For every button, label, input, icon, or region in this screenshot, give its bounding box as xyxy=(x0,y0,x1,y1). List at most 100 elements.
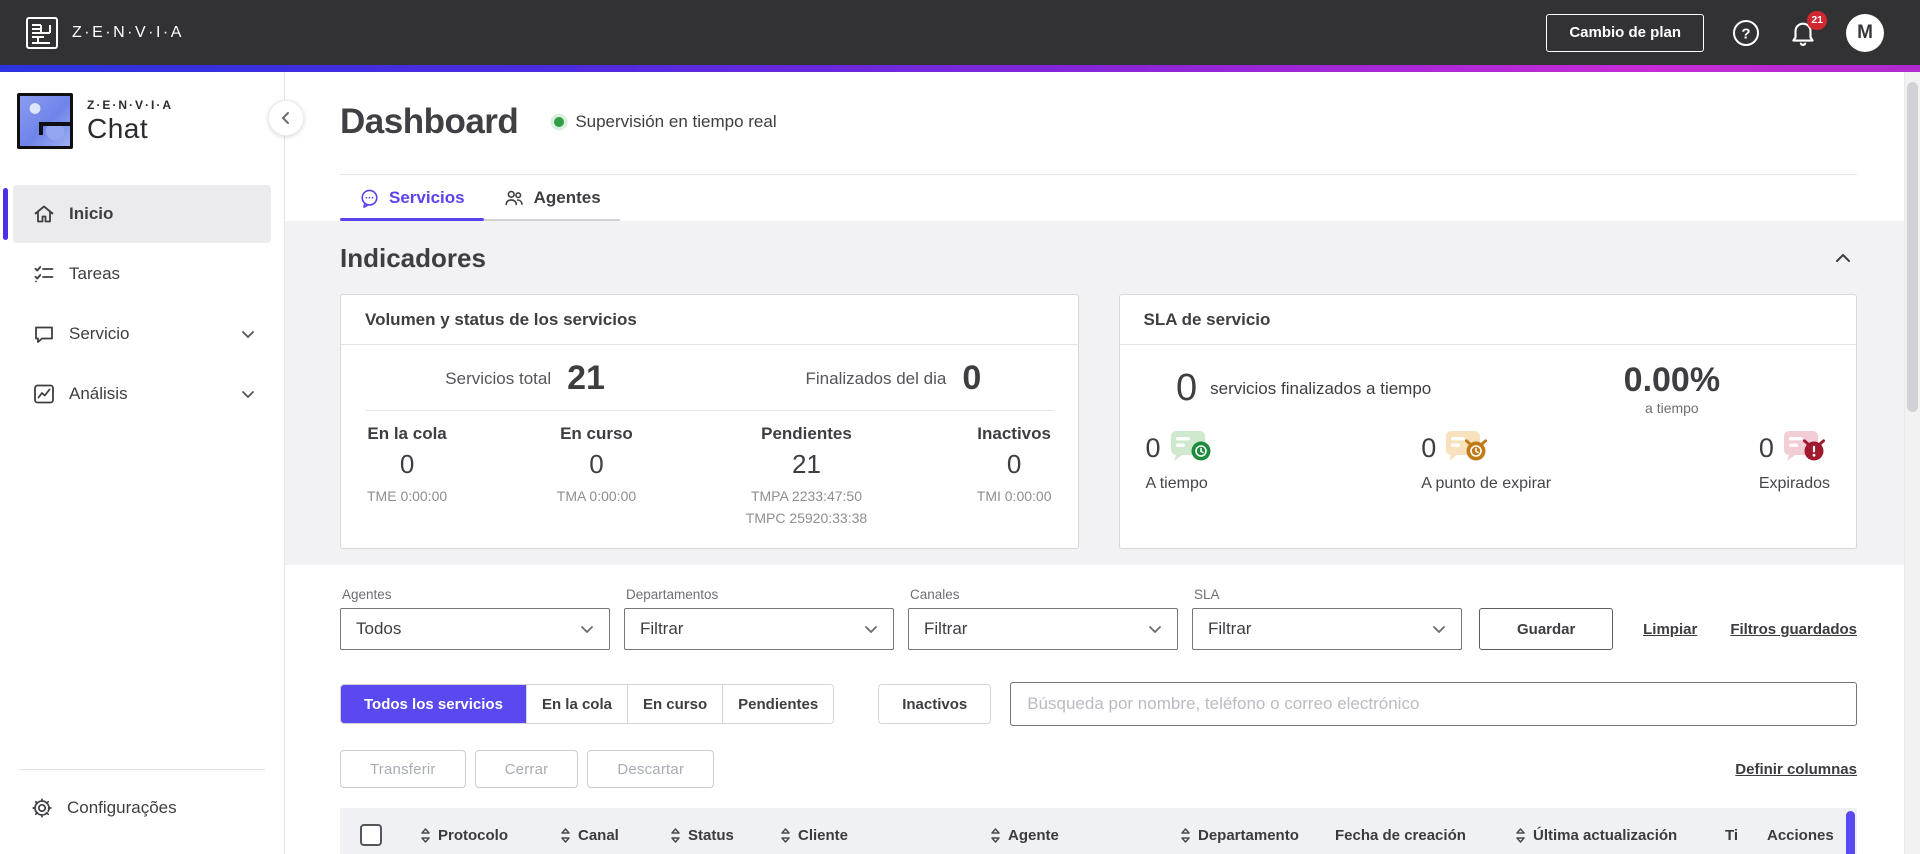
sidebar-item-tareas[interactable]: Tareas xyxy=(13,245,271,303)
live-status: Supervisión en tiempo real xyxy=(554,112,777,132)
svg-text:?: ? xyxy=(1741,25,1750,42)
saved-filters-link[interactable]: Filtros guardados xyxy=(1730,621,1857,638)
gear-icon xyxy=(32,798,52,818)
column-header-status[interactable]: Status xyxy=(670,827,780,844)
zenvia-logo-icon xyxy=(26,16,58,49)
chat-bubble-icon xyxy=(35,326,53,343)
chevron-left-icon xyxy=(281,112,289,124)
clear-filters-link[interactable]: Limpiar xyxy=(1643,621,1697,638)
channels-filter-select[interactable]: Filtrar xyxy=(908,608,1178,650)
discard-button[interactable]: Descartar xyxy=(587,750,715,788)
table-header-row: Protocolo Canal Status Cliente Agente De… xyxy=(340,808,1857,854)
departments-filter-select[interactable]: Filtrar xyxy=(624,608,894,650)
sla-finished-label: servicios finalizados a tiempo xyxy=(1210,378,1432,398)
sidebar-collapse-button[interactable] xyxy=(268,100,304,136)
indicators-title: Indicadores xyxy=(340,242,486,273)
column-header-fecha-creacion[interactable]: Fecha de creación xyxy=(1335,827,1515,844)
chevron-down-icon xyxy=(1433,626,1445,634)
agents-filter-select[interactable]: Todos xyxy=(340,608,610,650)
sort-icon xyxy=(991,827,1000,843)
status-tab-inactivos[interactable]: Inactivos xyxy=(878,684,992,724)
sort-icon xyxy=(781,827,790,843)
save-filter-button[interactable]: Guardar xyxy=(1479,608,1614,650)
chat-on-time-icon xyxy=(1170,431,1211,461)
close-button[interactable]: Cerrar xyxy=(474,750,579,788)
chevron-up-icon xyxy=(1836,253,1850,262)
define-columns-link[interactable]: Definir columnas xyxy=(1735,761,1857,778)
filter-label-departamentos: Departamentos xyxy=(626,587,719,602)
people-icon xyxy=(505,190,523,206)
column-header-departamento[interactable]: Departamento xyxy=(1180,827,1335,844)
sort-icon xyxy=(671,827,680,843)
chevron-down-icon xyxy=(581,626,593,634)
tab-agentes[interactable]: Agentes xyxy=(483,175,620,221)
chat-tab-icon xyxy=(361,189,378,208)
card-title: SLA de servicio xyxy=(1119,295,1856,345)
column-header-ti[interactable]: Ti xyxy=(1725,827,1767,844)
finished-today-value: 0 xyxy=(962,359,982,397)
status-tab-en-la-cola[interactable]: En la cola xyxy=(525,685,627,723)
column-header-cliente[interactable]: Cliente xyxy=(780,827,990,844)
sort-icon xyxy=(561,827,570,843)
sidebar-item-label: Análisis xyxy=(69,384,128,403)
services-table: Protocolo Canal Status Cliente Agente De… xyxy=(340,808,1857,854)
chevron-down-icon xyxy=(865,626,877,634)
page-scrollbar-thumb[interactable] xyxy=(1907,82,1918,412)
sidebar-item-label: Tareas xyxy=(69,264,121,283)
sidebar-item-servicio[interactable]: Servicio xyxy=(13,305,271,363)
column-header-ultima-actualizacion[interactable]: Última actualización xyxy=(1515,827,1725,844)
tasks-icon xyxy=(34,266,54,283)
avatar[interactable]: M xyxy=(1846,13,1884,52)
sidebar-menu: Inicio Tareas Servicio Análisis xyxy=(0,185,284,423)
chat-expired-icon xyxy=(1783,431,1825,461)
status-tab-todos[interactable]: Todos los servicios xyxy=(341,685,526,723)
sla-item-on-time: 0 A tiempo xyxy=(1146,428,1214,493)
select-all-checkbox[interactable] xyxy=(360,824,382,846)
sidebar-footer: Configurações xyxy=(0,769,284,854)
live-dot-icon xyxy=(554,117,565,127)
services-total-value: 21 xyxy=(567,359,605,397)
stat-en-la-cola: En la cola 0 TME 0:00:00 xyxy=(367,424,448,504)
chevron-down-icon xyxy=(1149,626,1161,634)
status-tab-en-curso[interactable]: En curso xyxy=(626,685,723,723)
sidebar-item-label: Configurações xyxy=(67,798,177,817)
sla-percent-label: a tiempo xyxy=(1645,400,1699,416)
chart-icon xyxy=(34,384,54,404)
filter-label-sla: SLA xyxy=(1194,587,1220,602)
sidebar-item-label: Servicio xyxy=(69,324,130,343)
column-header-canal[interactable]: Canal xyxy=(560,827,670,844)
status-tab-pendientes[interactable]: Pendientes xyxy=(722,685,834,723)
collapse-indicators-button[interactable] xyxy=(1829,244,1857,272)
sla-filter-select[interactable]: Filtrar xyxy=(1192,608,1462,650)
filters-row: Agentes Todos Departamentos Filtrar Cana… xyxy=(340,587,1857,650)
notifications-button[interactable]: 21 xyxy=(1788,10,1827,48)
bulk-actions-row: Transferir Cerrar Descartar Definir colu… xyxy=(340,750,1857,788)
change-plan-button[interactable]: Cambio de plan xyxy=(1546,13,1704,52)
live-status-label: Supervisión en tiempo real xyxy=(575,112,777,131)
page-scrollbar xyxy=(1904,72,1920,854)
chevron-down-icon xyxy=(239,385,257,403)
notification-badge: 21 xyxy=(1807,10,1827,30)
stat-inactivos: Inactivos 0 TMI 0:00:00 xyxy=(976,424,1052,504)
sidebar-item-configuracoes[interactable]: Configurações xyxy=(0,786,284,830)
sidebar-item-analisis[interactable]: Análisis xyxy=(13,365,271,423)
select-all-cell xyxy=(340,824,420,846)
volume-status-card: Volumen y status de los servicios Servic… xyxy=(340,294,1079,549)
tab-label: Agentes xyxy=(533,188,601,207)
column-header-agente[interactable]: Agente xyxy=(990,827,1180,844)
product-logo: Z·E·N·V·I·A Chat xyxy=(17,93,284,149)
tab-servicios[interactable]: Servicios xyxy=(340,175,484,221)
home-icon xyxy=(34,205,54,223)
sidebar-item-inicio[interactable]: Inicio xyxy=(3,185,271,243)
sort-icon xyxy=(1181,827,1190,843)
logo-product-text: Chat xyxy=(87,112,149,144)
help-button[interactable]: ? xyxy=(1732,19,1760,47)
column-header-acciones: Acciones xyxy=(1767,826,1834,844)
search-input[interactable] xyxy=(1010,682,1857,726)
table-scrollbar-thumb[interactable] xyxy=(1846,811,1855,854)
chat-about-to-expire-icon xyxy=(1446,431,1488,461)
transfer-button[interactable]: Transferir xyxy=(340,750,466,788)
chevron-down-icon xyxy=(239,325,257,343)
column-header-protocolo[interactable]: Protocolo xyxy=(420,827,560,844)
indicators-section: Indicadores Volumen y status de los serv… xyxy=(285,221,1920,565)
